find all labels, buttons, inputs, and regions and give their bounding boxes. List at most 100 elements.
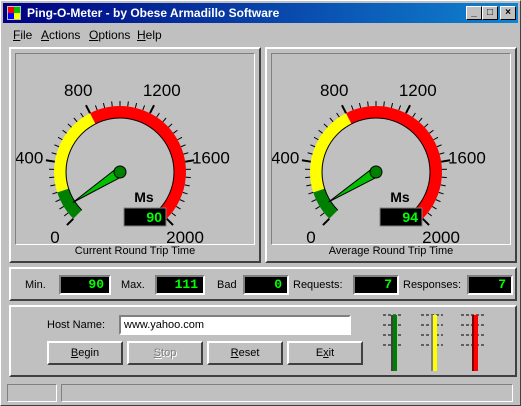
average-gauge-tick — [308, 191, 314, 195]
average-gauge-tick — [315, 206, 320, 210]
reset-button-rest: eset — [238, 347, 260, 359]
current-gauge-needle-hub — [113, 165, 127, 179]
title-bar[interactable]: Ping-O-Meter - by Obese Armadillo Softwa… — [3, 3, 518, 23]
current-gauge-tick-label: 800 — [64, 81, 92, 100]
average-gauge-tick — [319, 212, 325, 217]
average-gauge-tick — [341, 104, 347, 114]
min-value: 90 — [59, 275, 111, 295]
average-gauge-tick-label: 0 — [306, 228, 315, 244]
current-gauge-tick — [134, 102, 138, 108]
current-gauge-tick — [66, 217, 75, 226]
current-gauge-tick-label: 400 — [16, 149, 43, 168]
average-gauge-tick-label: 1200 — [399, 81, 437, 100]
exit-button[interactable]: Exit — [287, 341, 363, 365]
current-gauge-tick — [62, 129, 67, 134]
average-gauge-tick — [405, 104, 411, 114]
average-gauge-tick — [350, 105, 354, 111]
menu-accel: A — [41, 28, 50, 42]
current-gauge-tick — [51, 152, 57, 155]
current-gauge-tick — [57, 136, 63, 141]
menu-help[interactable]: Help — [137, 28, 162, 42]
average-gauge-tick — [390, 102, 394, 108]
current-gauge-yellow-zone — [54, 113, 96, 193]
average-gauge-tick — [313, 136, 319, 141]
close-icon[interactable]: × — [500, 6, 516, 20]
average-gauge-tick — [307, 152, 313, 155]
average-gauge-tick — [433, 136, 439, 141]
current-gauge-tick — [162, 117, 167, 123]
current-gauge-tick — [94, 105, 98, 111]
current-gauge-tick — [50, 184, 56, 187]
average-gauge-face: 0 400 800 1200 1600 2000 Ms 94 — [271, 53, 511, 247]
current-gauge-dial: 0 400 800 1200 1600 2000 Ms 90 — [15, 81, 230, 247]
current-gauge-tick — [45, 159, 55, 163]
app-window: Ping-O-Meter - by Obese Armadillo Softwa… — [0, 0, 521, 406]
average-gauge-tick — [429, 129, 434, 134]
current-gauge-readout-value: 90 — [146, 209, 162, 225]
average-gauge-tick — [421, 217, 430, 226]
responses-value: 7 — [467, 275, 513, 295]
current-gauge-tick — [168, 123, 173, 128]
current-gauge-tick — [171, 212, 177, 217]
current-gauge-tick — [180, 144, 186, 148]
current-gauge-tick — [111, 101, 113, 107]
average-gauge-tick-label: 2000 — [422, 228, 460, 244]
requests-label: Requests: — [293, 279, 343, 291]
max-label: Max. — [121, 279, 145, 291]
current-gauge-face: 0 400 800 1200 1600 2000 Ms 90 — [15, 53, 255, 247]
current-gauge-tick — [177, 136, 183, 141]
average-gauge-tick — [418, 117, 423, 123]
status-panel-1 — [7, 384, 57, 402]
current-gauge-tick — [179, 199, 185, 203]
average-gauge-unit-label: Ms — [390, 189, 410, 205]
average-gauge-caption: Average Round Trip Time — [328, 245, 454, 257]
status-panel-2 — [61, 384, 513, 402]
reset-button-accel: R — [230, 347, 239, 359]
menu-file[interactable]: File — [13, 28, 32, 42]
minimize-icon[interactable]: _ — [466, 6, 482, 20]
host-name-label: Host Name: — [47, 319, 106, 331]
signal-indicator — [383, 314, 485, 371]
average-gauge-tick — [323, 123, 328, 128]
average-gauge-tick — [424, 123, 429, 128]
current-gauge-tick — [156, 112, 160, 118]
min-label: Min. — [25, 279, 46, 291]
average-gauge-dial: 0 400 800 1200 1600 2000 Ms 94 — [271, 81, 486, 247]
bad-value: 0 — [243, 275, 289, 295]
current-gauge-tick — [63, 212, 69, 217]
current-gauge-tick — [184, 184, 190, 187]
average-gauge-tick — [440, 184, 446, 187]
stop-button[interactable]: Stop — [127, 341, 203, 365]
stats-panel: Min. 90 Max. 111 Bad 0 Requests: 7 Respo… — [9, 267, 517, 301]
current-gauge-tick — [52, 191, 58, 195]
bad-label: Bad — [217, 279, 237, 291]
average-gauge-tick — [336, 112, 340, 118]
average-gauge-tick-label: 1600 — [448, 149, 486, 168]
average-gauge-yellow-zone — [310, 113, 352, 193]
window-title: Ping-O-Meter - by Obese Armadillo Softwa… — [27, 6, 280, 20]
current-gauge-tick-label: 1600 — [192, 149, 230, 168]
current-gauge-panel: 0 400 800 1200 1600 2000 Ms 90 Current Round Tr… — [9, 47, 261, 263]
menu-options[interactable]: Options — [89, 28, 130, 42]
begin-button[interactable]: Begin — [47, 341, 123, 365]
current-gauge-tick — [165, 217, 174, 226]
average-gauge-panel: 0 400 800 1200 1600 2000 Ms 94 Average Round Tr… — [265, 47, 517, 263]
average-gauge-needle-hub — [369, 165, 383, 179]
yellow-level-bar — [433, 315, 437, 371]
average-gauge-tick — [436, 144, 442, 148]
responses-label: Responses: — [403, 279, 462, 291]
average-gauge-tick — [306, 184, 312, 187]
average-gauge-tick — [301, 159, 311, 163]
current-gauge-tick-label: 0 — [50, 228, 59, 244]
reset-button[interactable]: Reset — [207, 341, 283, 365]
average-gauge-readout-value: 94 — [402, 209, 418, 225]
average-gauge-tick — [329, 117, 334, 123]
menu-actions[interactable]: Actions — [41, 28, 80, 42]
average-gauge-tick — [435, 199, 441, 203]
average-gauge-tick — [311, 199, 317, 203]
maximize-icon[interactable]: □ — [482, 6, 498, 20]
average-gauge-tick — [318, 129, 323, 134]
menu-accel: O — [89, 28, 99, 42]
average-gauge-tick — [383, 101, 385, 107]
host-name-input[interactable] — [119, 315, 351, 335]
